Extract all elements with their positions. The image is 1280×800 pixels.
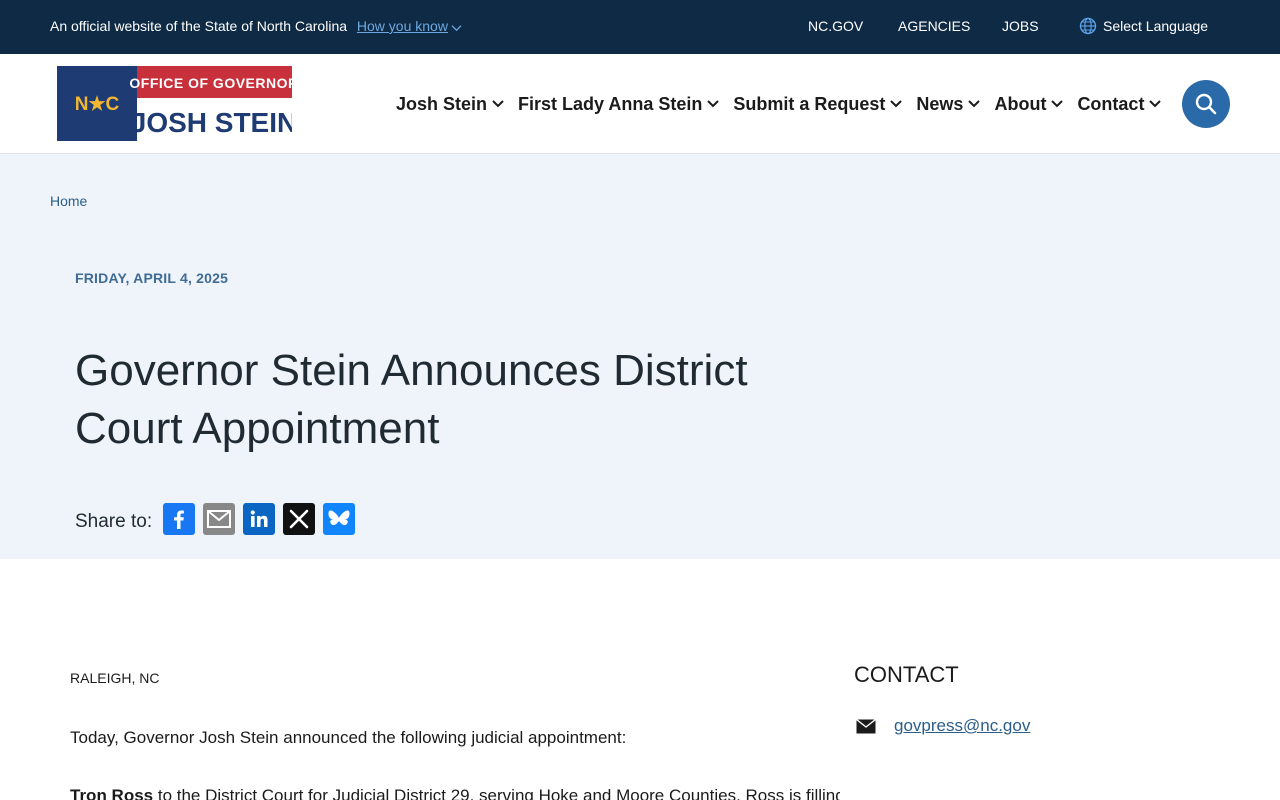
chevron-down-icon: [451, 25, 462, 31]
site-header: N★C OFFICE OF GOVERNOR JOSH STEIN Josh S…: [0, 54, 1280, 154]
nav-item-contact[interactable]: Contact: [1077, 92, 1162, 116]
share-x-button[interactable]: [283, 503, 316, 535]
appointee-name: Tron Ross: [70, 786, 154, 800]
chevron-down-icon: [1149, 100, 1162, 108]
share-linkedin-button[interactable]: [243, 503, 276, 535]
official-text: An official website of the State of Nort…: [50, 18, 348, 34]
nav-item-submit-request[interactable]: Submit a Request: [733, 92, 903, 116]
chevron-down-icon: [968, 100, 981, 108]
agencies-link[interactable]: AGENCIES: [898, 18, 970, 34]
share-facebook-button[interactable]: [163, 503, 196, 535]
search-button[interactable]: [1182, 80, 1230, 128]
linkedin-icon: [250, 510, 268, 527]
logo-emblem: N★C: [75, 94, 120, 115]
envelope-icon: [856, 718, 876, 733]
globe-icon: [1079, 17, 1097, 35]
share-bar: Share to:: [75, 503, 356, 535]
chevron-down-icon: [890, 100, 903, 108]
share-email-button[interactable]: [203, 503, 236, 535]
email-icon: [207, 510, 232, 528]
article-intro: Today, Governor Josh Stein announced the…: [70, 728, 627, 747]
chevron-down-icon: [1051, 100, 1064, 108]
nc-gov-link[interactable]: NC.GOV: [808, 18, 863, 34]
article-dateline: RALEIGH, NC: [70, 670, 160, 686]
contact-email-row: govpress@nc.gov: [856, 716, 1030, 736]
contact-heading: CONTACT: [854, 662, 959, 687]
jobs-link[interactable]: JOBS: [1002, 18, 1039, 34]
chevron-down-icon: [707, 100, 720, 108]
page-title: Governor Stein Announces District Court …: [75, 346, 748, 453]
facebook-icon: [174, 510, 185, 529]
contact-email-link[interactable]: govpress@nc.gov: [894, 716, 1030, 736]
logo-name: JOSH STEIN: [131, 107, 292, 138]
share-bluesky-button[interactable]: [323, 503, 356, 535]
search-icon: [1195, 93, 1217, 115]
select-language-button[interactable]: Select Language: [1079, 17, 1208, 35]
bluesky-icon: [328, 510, 350, 526]
appointment-text: to the District Court for Judicial Distr…: [153, 786, 840, 800]
chevron-down-icon: [492, 100, 504, 108]
nav-item-news[interactable]: News: [916, 92, 981, 116]
share-label: Share to:: [75, 511, 153, 532]
main-navigation: Josh Stein First Lady Anna Stein Submit …: [396, 92, 1162, 116]
nav-item-josh-stein[interactable]: Josh Stein: [396, 92, 504, 116]
nav-item-first-lady[interactable]: First Lady Anna Stein: [518, 92, 720, 116]
logo-top-line: OFFICE OF GOVERNOR: [129, 75, 292, 91]
official-banner: An official website of the State of Nort…: [0, 0, 1280, 54]
x-icon: [289, 509, 309, 529]
article-date: FRIDAY, APRIL 4, 2025: [75, 270, 229, 286]
how-you-know-link[interactable]: How you know: [357, 18, 462, 34]
breadcrumb-home[interactable]: Home: [50, 193, 87, 209]
official-notice: An official website of the State of Nort…: [50, 18, 462, 34]
article-appointment: Tron Ross to the District Court for Judi…: [70, 786, 840, 800]
nav-item-about[interactable]: About: [994, 92, 1064, 116]
article-hero: Home FRIDAY, APRIL 4, 2025 Governor Stei…: [0, 154, 1280, 559]
office-of-governor-logo[interactable]: N★C OFFICE OF GOVERNOR JOSH STEIN: [57, 66, 292, 141]
